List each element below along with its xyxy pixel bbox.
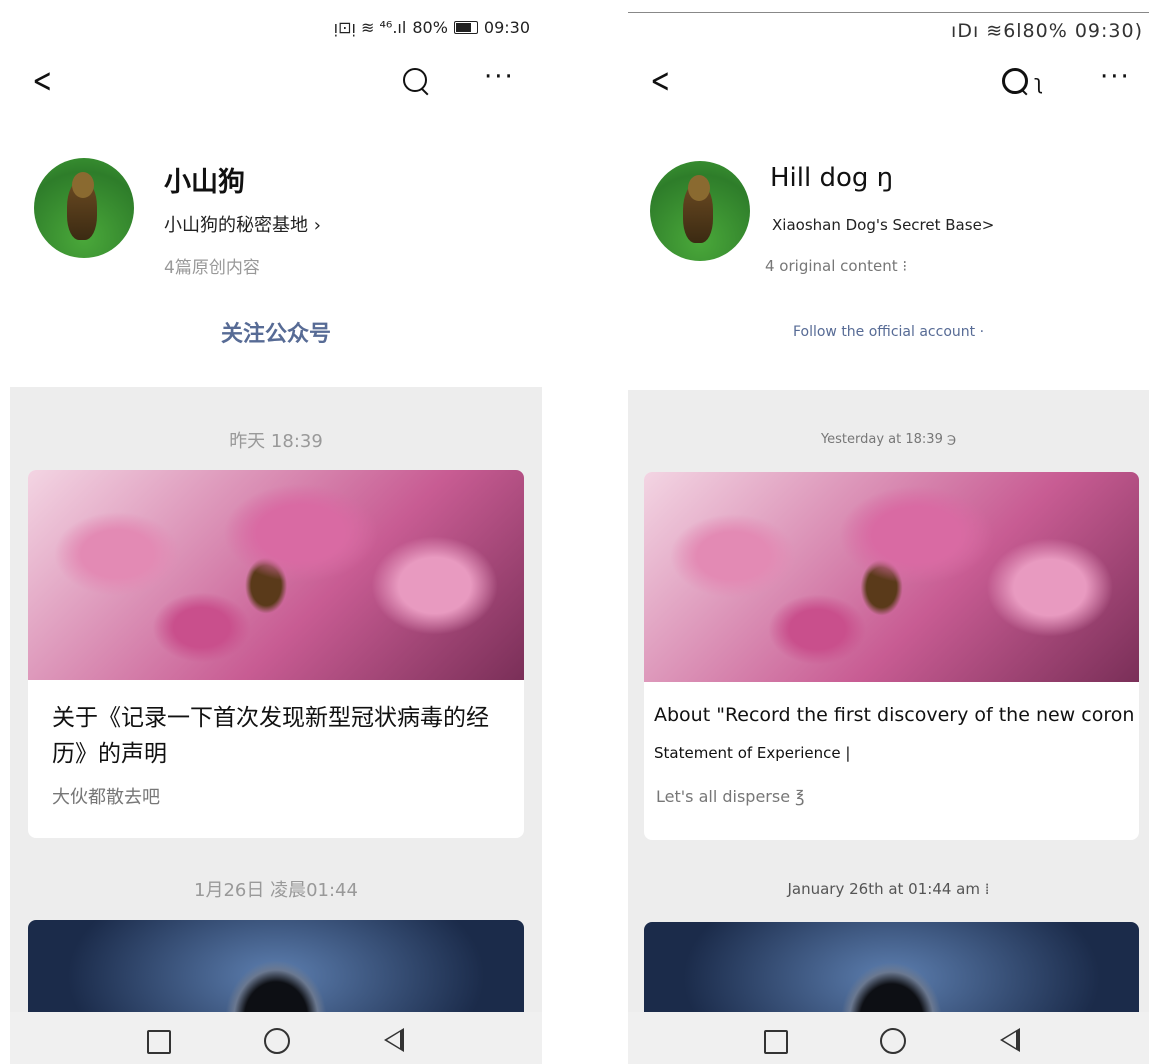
original-screen: ᴉ⊡ᴉ ≋ ⁴⁶.ıl 80% 09:30 < ··· 小山狗 小山狗的秘密基地… [10, 0, 542, 1064]
article-title: 关于《记录一下首次发现新型冠状病毒的经历》的声明 [52, 705, 489, 767]
home-icon[interactable] [264, 1028, 290, 1054]
original-count: 4篇原创内容 [164, 258, 260, 278]
translated-screen: ıDı ≋6l80% 09:30) < ʅ ··· Hill dog ŋ Xia… [628, 0, 1149, 1064]
article-digest: Let's all disperse ℥ [656, 787, 805, 806]
original-count: 4 original content ⁝ [765, 257, 908, 275]
account-name: 小山狗 [164, 167, 245, 198]
article-card[interactable]: About "Record the first discovery of the… [644, 472, 1139, 840]
recent-apps-icon[interactable] [147, 1030, 171, 1054]
article-date: 昨天 18:39 [229, 431, 323, 452]
article-date: January 26th at 01:44 am ⁞ [787, 880, 990, 898]
nav-bar: < ··· [10, 60, 542, 104]
article-feed: 昨天 18:39 关于《记录一下首次发现新型冠状病毒的经历》的声明 大伙都散去吧… [10, 387, 542, 1064]
article-date: Yesterday at 18:39 ℈ [820, 432, 957, 447]
status-bar: ᴉ⊡ᴉ ≋ ⁴⁶.ıl 80% 09:30 [334, 18, 530, 37]
search-icon[interactable] [403, 68, 429, 96]
recent-apps-icon[interactable] [764, 1030, 788, 1054]
battery-percent: 80% [412, 18, 448, 37]
article-title-line2: Statement of Experience | [654, 744, 851, 762]
article-feed: Yesterday at 18:39 ℈ About "Record the f… [628, 390, 1149, 1064]
back-triangle-icon[interactable] [1000, 1028, 1020, 1052]
avatar[interactable] [34, 158, 134, 258]
status-time: 09:30 [483, 18, 530, 37]
back-chevron-icon[interactable]: < [650, 64, 670, 98]
article-card[interactable]: 关于《记录一下首次发现新型冠状病毒的经历》的声明 大伙都散去吧 [28, 470, 524, 838]
status-text: ıDı ≋6l80% 09:30) [951, 20, 1143, 42]
follow-button[interactable]: Follow the official account · [628, 324, 1149, 340]
account-subtitle-link[interactable]: 小山狗的秘密基地 › [164, 211, 321, 237]
system-nav-bar [628, 1012, 1149, 1064]
more-options-icon[interactable]: ··· [1100, 60, 1131, 94]
article-cover-image [28, 470, 524, 680]
search-icon[interactable] [1002, 68, 1028, 96]
back-triangle-icon[interactable] [384, 1028, 404, 1052]
divider [628, 12, 1149, 13]
home-icon[interactable] [880, 1028, 906, 1054]
follow-button[interactable]: 关注公众号 [10, 316, 542, 348]
article-date: 1月26日 凌晨01:44 [194, 880, 358, 901]
search-suffix-glyph: ʅ [1034, 70, 1044, 94]
account-subtitle-link[interactable]: Xiaoshan Dog's Secret Base> [772, 216, 994, 234]
account-name: Hill dog ŋ [770, 163, 894, 193]
battery-icon [453, 21, 478, 34]
nav-bar: < ʅ ··· [628, 60, 1149, 104]
article-title: About "Record the first discovery of the… [654, 704, 1133, 726]
status-bar: ıDı ≋6l80% 09:30) [951, 20, 1143, 42]
signal-icons: ᴉ⊡ᴉ ≋ ⁴⁶.ıl [333, 18, 407, 37]
avatar[interactable] [650, 161, 750, 261]
article-digest: 大伙都散去吧 [52, 787, 160, 808]
more-options-icon[interactable]: ··· [484, 60, 515, 94]
back-chevron-icon[interactable]: < [32, 64, 52, 98]
article-cover-image [644, 472, 1139, 682]
system-nav-bar [10, 1012, 542, 1064]
